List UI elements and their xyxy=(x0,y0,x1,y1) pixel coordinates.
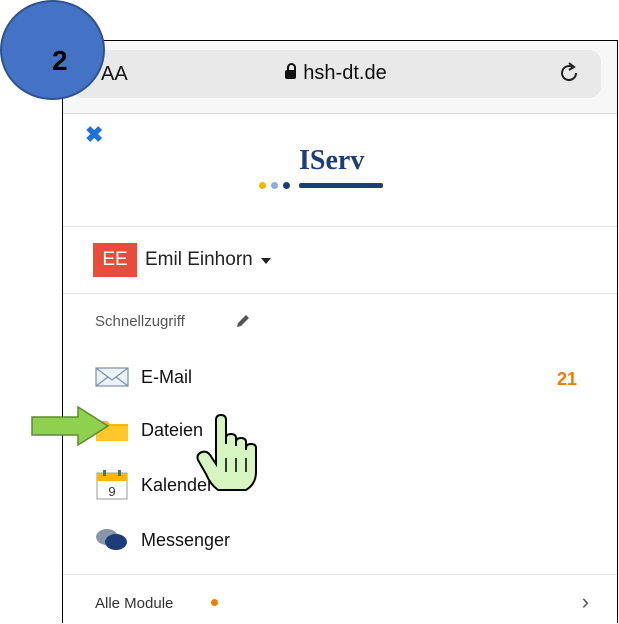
reload-icon[interactable] xyxy=(555,59,583,87)
mobile-browser-frame: AA hsh-dt.de ✖ IServ EE Emil Einhorn Sch… xyxy=(62,40,618,623)
item-label: Messenger xyxy=(141,529,231,550)
caret-down-icon xyxy=(260,258,271,264)
logo-text: IServ xyxy=(299,145,365,176)
mail-icon xyxy=(95,367,129,387)
user-menu[interactable]: EE Emil Einhorn xyxy=(93,243,271,277)
all-modules-link[interactable]: Alle Module xyxy=(95,595,173,612)
hand-cursor-icon xyxy=(196,414,257,491)
pencil-icon[interactable] xyxy=(235,313,251,329)
item-label: Dateien xyxy=(141,419,204,440)
step-number-badge: 2 xyxy=(0,0,105,100)
avatar: EE xyxy=(93,243,137,277)
section-title: Schnellzugriff xyxy=(95,313,185,330)
chevron-right-icon[interactable]: › xyxy=(582,589,589,615)
divider xyxy=(63,574,617,575)
nav-item-email[interactable]: E-Mail xyxy=(95,360,192,394)
unread-badge: 21 xyxy=(556,369,577,389)
pointer-arrow-icon xyxy=(31,405,110,447)
notification-dot xyxy=(211,599,218,606)
divider xyxy=(63,293,617,294)
nav-item-files[interactable]: Dateien xyxy=(95,413,203,447)
url-display[interactable]: hsh-dt.de xyxy=(71,62,601,85)
calendar-icon: 9 xyxy=(96,470,128,500)
messenger-icon xyxy=(96,529,127,550)
nav-item-messenger[interactable]: Messenger xyxy=(95,523,230,557)
logo-underline xyxy=(299,183,383,188)
divider xyxy=(63,226,617,227)
calendar-day: 9 xyxy=(108,484,115,499)
iserv-logo: IServ xyxy=(253,145,383,197)
browser-url-bar: AA hsh-dt.de xyxy=(63,41,617,114)
address-field[interactable]: AA hsh-dt.de xyxy=(71,50,601,98)
lock-icon xyxy=(285,63,297,79)
step-number: 2 xyxy=(52,45,68,76)
user-name: Emil Einhorn xyxy=(145,249,253,270)
close-icon[interactable]: ✖ xyxy=(85,124,103,146)
domain-text: hsh-dt.de xyxy=(303,62,387,84)
item-label: E-Mail xyxy=(141,366,193,387)
